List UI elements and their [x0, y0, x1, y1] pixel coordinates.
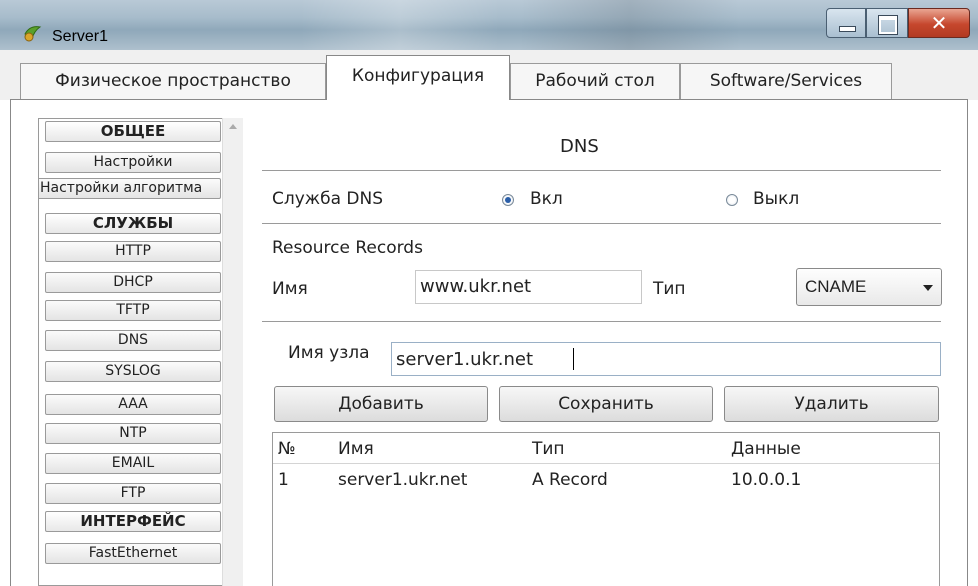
- host-input[interactable]: server1.ukr.net: [391, 342, 941, 376]
- col-name-header: Имя: [338, 439, 374, 459]
- save-button[interactable]: Сохранить: [499, 386, 713, 422]
- tab-desktop[interactable]: Рабочий стол: [510, 63, 680, 99]
- sidebar-item-dns[interactable]: DNS: [45, 330, 221, 351]
- dns-on-label[interactable]: Вкл: [530, 189, 563, 209]
- dns-on-radio[interactable]: [502, 194, 514, 206]
- text-cursor: [573, 348, 574, 370]
- name-label: Имя: [272, 279, 308, 299]
- sidebar-item-http[interactable]: HTTP: [45, 241, 221, 262]
- close-button[interactable]: ✕: [908, 8, 970, 38]
- col-num-header: №: [278, 439, 296, 459]
- sidebar-item-dhcp[interactable]: DHCP: [45, 272, 221, 293]
- chevron-down-icon: [923, 285, 933, 291]
- add-button[interactable]: Добавить: [274, 386, 488, 422]
- col-type-header: Тип: [532, 439, 565, 459]
- tab-physical[interactable]: Физическое пространство: [20, 63, 326, 99]
- sidebar-item-ftp[interactable]: FTP: [45, 483, 221, 504]
- titlebar-shade: [520, 0, 740, 50]
- host-label: Имя узла: [288, 343, 370, 363]
- resource-records-label: Resource Records: [272, 238, 423, 258]
- sidebar-item-aaa[interactable]: AAA: [45, 394, 221, 415]
- table-header: № Имя Тип Данные: [273, 433, 939, 464]
- row-data: 10.0.0.1: [731, 470, 802, 490]
- config-sidebar: ОБЩЕЕ Настройки Настройки алгоритма СЛУЖ…: [38, 118, 243, 586]
- sidebar-header-interface: ИНТЕРФЕЙС: [45, 511, 221, 532]
- sidebar-item-tftp[interactable]: TFTP: [45, 300, 221, 321]
- sidebar-item-fastethernet[interactable]: FastEthernet: [45, 543, 221, 564]
- divider: [262, 321, 941, 322]
- minimize-button[interactable]: [826, 8, 866, 38]
- dns-service-label: Служба DNS: [272, 189, 384, 209]
- sidebar-header-general: ОБЩЕЕ: [45, 121, 221, 142]
- sidebar-item-algorithm-settings[interactable]: Настройки алгоритма: [39, 178, 221, 199]
- row-num: 1: [278, 470, 289, 490]
- maximize-icon: [879, 16, 897, 34]
- close-icon: ✕: [930, 11, 948, 35]
- minimize-icon: [839, 26, 856, 32]
- page-title: DNS: [560, 136, 599, 157]
- sidebar-item-syslog[interactable]: SYSLOG: [45, 361, 221, 382]
- row-name: server1.ukr.net: [338, 470, 468, 490]
- dns-off-label[interactable]: Выкл: [753, 189, 799, 209]
- window-titlebar[interactable]: Server1 ✕: [0, 0, 978, 50]
- type-select-value: CNAME: [805, 277, 867, 296]
- window-title: Server1: [52, 28, 109, 45]
- maximize-button[interactable]: [866, 8, 908, 38]
- name-input[interactable]: www.ukr.net: [415, 270, 642, 304]
- sidebar-item-ntp[interactable]: NTP: [45, 423, 221, 444]
- col-data-header: Данные: [731, 439, 801, 459]
- scroll-up-icon[interactable]: [229, 124, 237, 129]
- tab-software-services[interactable]: Software/Services: [680, 63, 892, 99]
- sidebar-item-settings[interactable]: Настройки: [45, 152, 221, 173]
- row-type: A Record: [532, 470, 608, 490]
- delete-button[interactable]: Удалить: [724, 386, 939, 422]
- records-table: № Имя Тип Данные 1 server1.ukr.net A Rec…: [272, 432, 940, 586]
- type-label: Тип: [653, 279, 686, 299]
- sidebar-header-services: СЛУЖБЫ: [45, 213, 221, 234]
- titlebar-glare: [300, 0, 500, 50]
- divider: [262, 223, 941, 224]
- sidebar-item-email[interactable]: EMAIL: [45, 453, 221, 474]
- sidebar-scrollbar[interactable]: [222, 118, 243, 586]
- divider: [262, 170, 941, 171]
- table-row[interactable]: 1 server1.ukr.net A Record 10.0.0.1: [273, 464, 939, 498]
- tab-config[interactable]: Конфигурация: [326, 55, 510, 100]
- type-select[interactable]: CNAME: [796, 268, 942, 306]
- server-app-icon: [24, 26, 42, 42]
- dns-off-radio[interactable]: [726, 194, 738, 206]
